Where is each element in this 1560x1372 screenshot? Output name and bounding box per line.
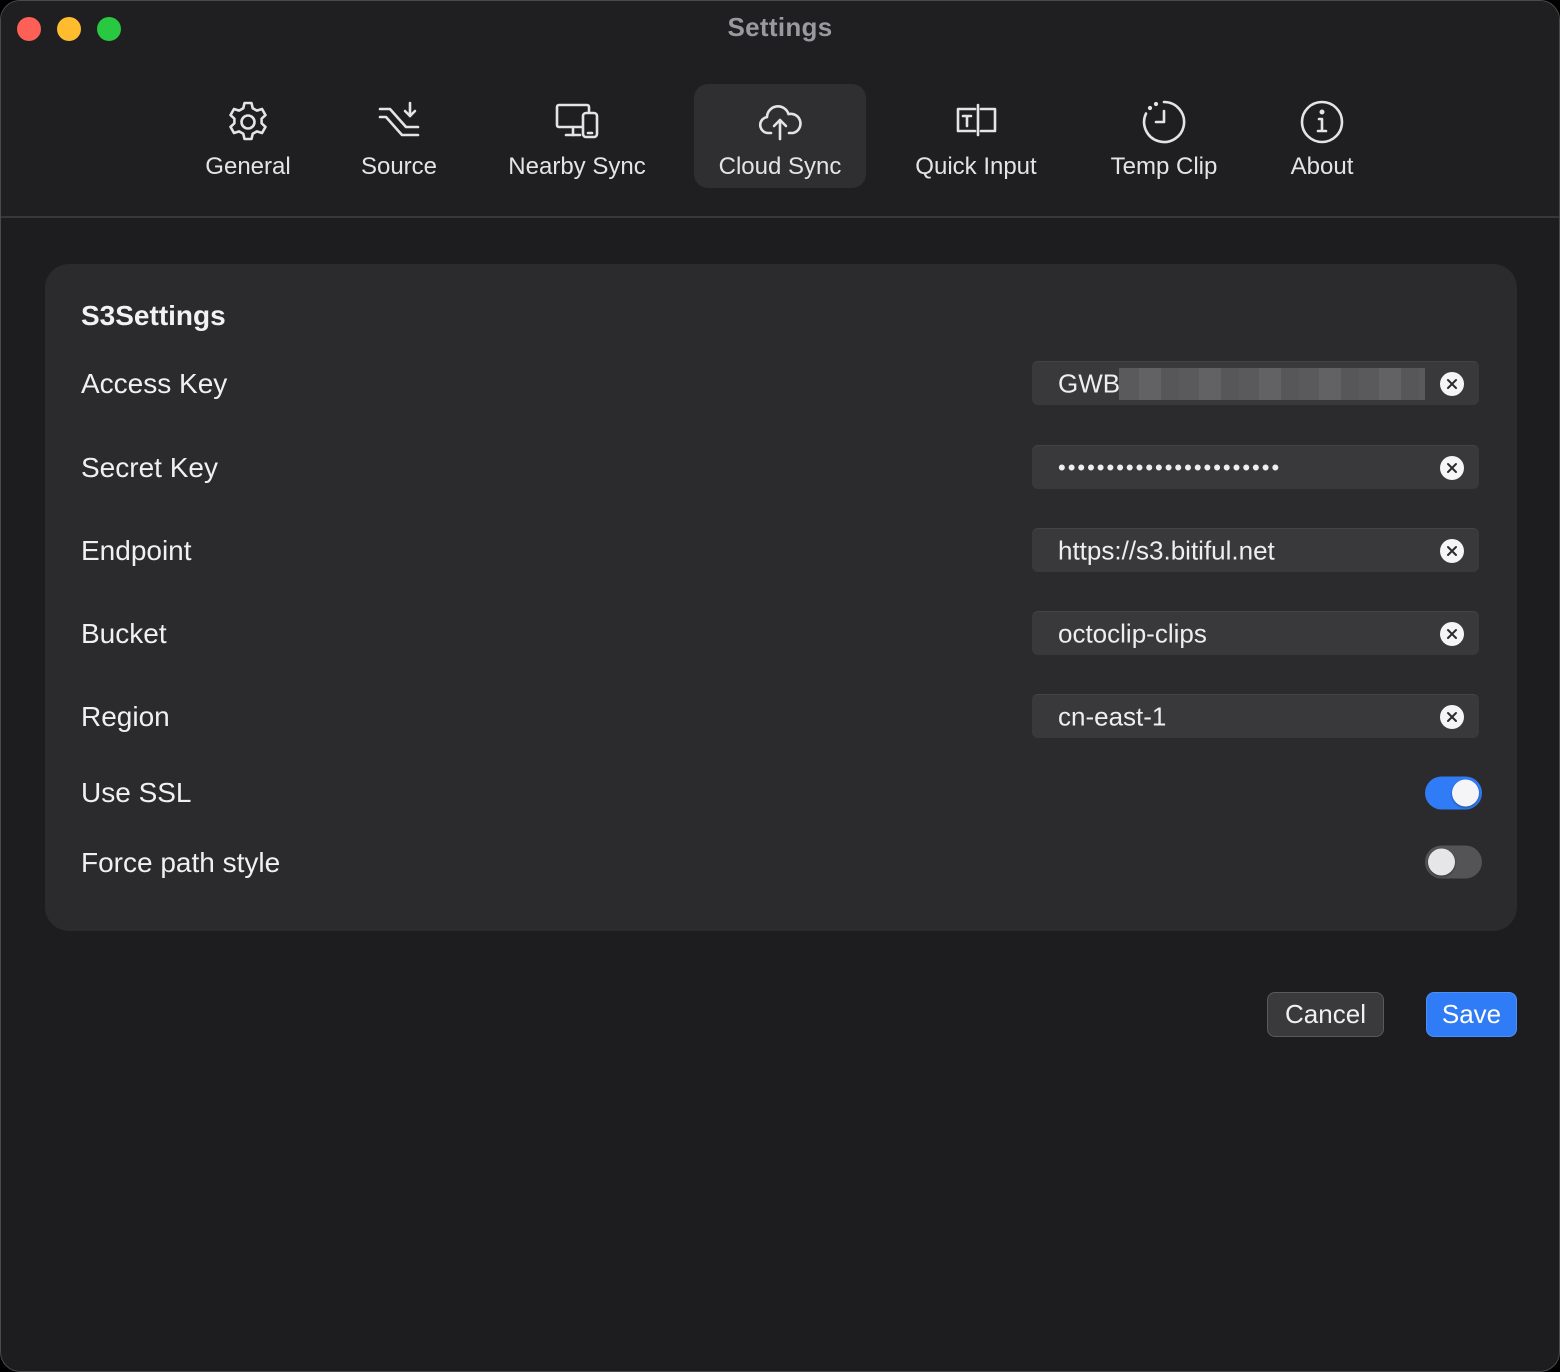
- tab-quick-input[interactable]: Quick Input: [899, 84, 1053, 188]
- toolbar: Settings General Source Nearby Sync Clou…: [1, 1, 1559, 218]
- region-field[interactable]: cn-east-1: [1032, 694, 1479, 738]
- close-icon: [1447, 462, 1457, 473]
- force-path-style-label: Force path style: [81, 847, 281, 878]
- panel-title: S3Settings: [81, 300, 226, 331]
- gear-icon: [225, 99, 271, 145]
- tab-general[interactable]: General: [189, 84, 307, 188]
- clear-endpoint-button[interactable]: [1440, 538, 1464, 563]
- endpoint-value: https://s3.bitiful.net: [1058, 535, 1275, 565]
- secret-key-label: Secret Key: [81, 452, 218, 483]
- region-label: Region: [81, 701, 170, 732]
- save-button[interactable]: Save: [1426, 992, 1517, 1037]
- clear-region-button[interactable]: [1440, 704, 1464, 729]
- settings-window: Settings General Source Nearby Sync Clou…: [0, 0, 1560, 1372]
- s3-settings-panel: S3Settings Access Key GWB Secret Key •••…: [45, 264, 1517, 931]
- tab-bar: General Source Nearby Sync Cloud Sync Qu…: [1, 84, 1559, 188]
- close-icon: [1447, 378, 1457, 389]
- timer-icon: [1141, 99, 1187, 145]
- tab-label: Temp Clip: [1110, 153, 1218, 180]
- bucket-label: Bucket: [81, 618, 167, 649]
- access-key-label: Access Key: [81, 368, 228, 399]
- cloud-upload-icon: [757, 99, 803, 145]
- tab-label: Quick Input: [915, 153, 1037, 180]
- tab-label: Cloud Sync: [718, 153, 842, 180]
- toggle-knob: [1452, 779, 1479, 807]
- window-title: Settings: [727, 12, 833, 42]
- text-input-icon: [953, 99, 999, 145]
- secret-key-value: •••••••••••••••••••••••: [1058, 454, 1282, 480]
- bucket-value: octoclip-clips: [1058, 618, 1207, 648]
- tab-temp-clip[interactable]: Temp Clip: [1095, 84, 1233, 188]
- close-icon: [1447, 711, 1457, 722]
- force-path-style-toggle[interactable]: [1425, 845, 1482, 879]
- bucket-field[interactable]: octoclip-clips: [1032, 611, 1479, 655]
- tab-label: About: [1290, 153, 1354, 180]
- use-ssl-label: Use SSL: [81, 777, 192, 808]
- tab-label: Source: [360, 153, 438, 180]
- access-key-field[interactable]: GWB: [1032, 361, 1479, 405]
- clear-access-key-button[interactable]: [1440, 371, 1464, 396]
- close-icon: [1447, 545, 1457, 556]
- toggle-knob: [1428, 848, 1455, 876]
- redacted-area: [1119, 368, 1425, 400]
- devices-icon: [554, 99, 600, 145]
- source-arrow-icon: [376, 99, 422, 145]
- tab-about[interactable]: About: [1275, 84, 1369, 188]
- info-icon: [1299, 99, 1345, 145]
- tab-source[interactable]: Source: [344, 84, 454, 188]
- tab-label: General: [205, 153, 291, 180]
- clear-secret-key-button[interactable]: [1440, 455, 1464, 480]
- access-key-value: GWB: [1058, 368, 1121, 398]
- use-ssl-toggle[interactable]: [1425, 776, 1482, 810]
- cancel-button[interactable]: Cancel: [1267, 992, 1384, 1037]
- endpoint-label: Endpoint: [81, 535, 192, 566]
- endpoint-field[interactable]: https://s3.bitiful.net: [1032, 528, 1479, 572]
- tab-nearby-sync[interactable]: Nearby Sync: [493, 84, 661, 188]
- tab-label: Nearby Sync: [508, 153, 646, 180]
- secret-key-field[interactable]: •••••••••••••••••••••••: [1032, 445, 1479, 489]
- clear-bucket-button[interactable]: [1440, 621, 1464, 646]
- close-icon: [1447, 628, 1457, 639]
- tab-cloud-sync[interactable]: Cloud Sync: [694, 84, 866, 188]
- region-value: cn-east-1: [1058, 701, 1167, 731]
